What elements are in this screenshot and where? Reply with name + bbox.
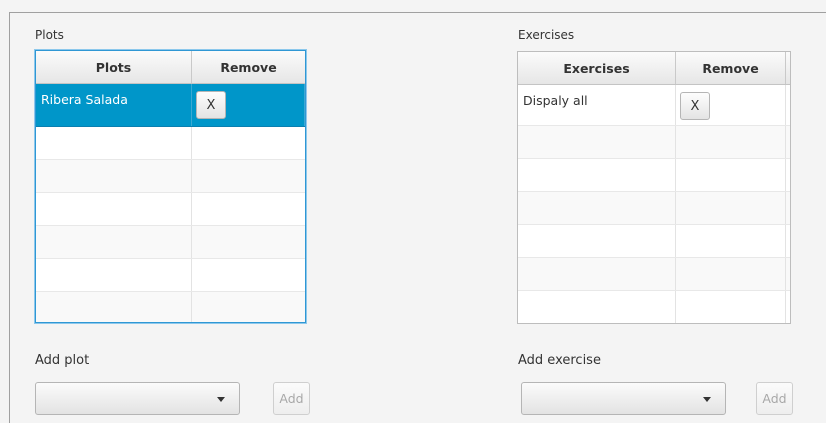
- header-filler: [786, 52, 790, 84]
- plots-section-label: Plots: [35, 28, 64, 42]
- remove-column-header[interactable]: Remove: [676, 52, 786, 84]
- exercises-column-header[interactable]: Exercises: [518, 52, 676, 84]
- add-exercise-button[interactable]: Add: [756, 382, 793, 415]
- table-row[interactable]: [36, 127, 305, 160]
- table-row[interactable]: [518, 159, 790, 192]
- exercise-name: Dispaly all: [523, 93, 588, 108]
- remove-cell: X: [676, 85, 786, 125]
- table-row[interactable]: [518, 225, 790, 258]
- table-row[interactable]: [518, 192, 790, 225]
- table-row[interactable]: Ribera Salada X: [36, 84, 305, 127]
- plot-name: Ribera Salada: [41, 92, 128, 107]
- table-row[interactable]: [36, 160, 305, 193]
- plots-table[interactable]: Plots Remove Ribera Salada X: [35, 50, 306, 323]
- remove-plot-button[interactable]: X: [196, 91, 226, 119]
- add-exercise-label: Add exercise: [518, 353, 601, 368]
- add-plot-label: Add plot: [35, 353, 90, 368]
- table-row[interactable]: Dispaly all X: [518, 85, 790, 126]
- remove-exercise-button[interactable]: X: [680, 92, 710, 120]
- table-row[interactable]: [36, 292, 305, 322]
- table-row[interactable]: [36, 259, 305, 292]
- plot-name-cell: Ribera Salada: [36, 84, 192, 126]
- exercises-section-label: Exercises: [518, 28, 575, 42]
- plots-table-header: Plots Remove: [36, 51, 305, 84]
- chevron-down-icon: [703, 397, 711, 402]
- exercise-name-cell: Dispaly all: [518, 85, 676, 125]
- remove-column-header[interactable]: Remove: [192, 51, 305, 83]
- table-row[interactable]: [518, 258, 790, 291]
- add-plot-button[interactable]: Add: [273, 382, 310, 415]
- exercises-table[interactable]: Exercises Remove Dispaly all X: [517, 51, 791, 324]
- chevron-down-icon: [217, 397, 225, 402]
- remove-cell: X: [192, 84, 305, 126]
- table-row[interactable]: [518, 291, 790, 323]
- plots-column-header[interactable]: Plots: [36, 51, 192, 83]
- table-row[interactable]: [36, 193, 305, 226]
- table-row[interactable]: [36, 226, 305, 259]
- exercise-select[interactable]: [521, 382, 726, 415]
- table-row[interactable]: [518, 126, 790, 159]
- exercises-table-header: Exercises Remove: [518, 52, 790, 85]
- plot-select[interactable]: [35, 382, 240, 415]
